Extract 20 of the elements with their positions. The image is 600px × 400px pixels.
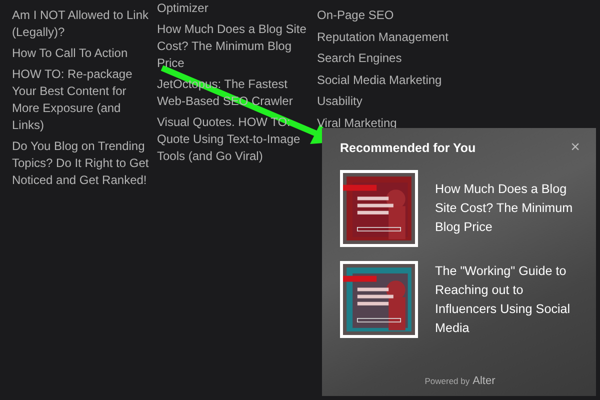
article-link[interactable]: Usability xyxy=(317,93,487,110)
article-link[interactable]: How Much Does a Blog Site Cost? The Minimum Blog Price xyxy=(157,21,307,72)
close-button[interactable]: × xyxy=(566,140,580,156)
article-link[interactable]: Search Engines xyxy=(317,50,487,67)
article-link[interactable]: Am I NOT Allowed to Link (Legally)? xyxy=(12,7,150,41)
article-link[interactable]: Reputation Management xyxy=(317,28,487,46)
article-link[interactable]: Optimizer xyxy=(157,0,307,17)
article-link[interactable]: HOW TO: Re-package Your Best Content for More Exposure (and Links) xyxy=(12,66,150,134)
article-link[interactable]: How To Call To Action xyxy=(12,45,150,62)
recommended-article-link[interactable]: How Much Does a Blog Site Cost? The Minimum Blog Price xyxy=(435,180,575,237)
thumbnail-frame[interactable] xyxy=(340,261,418,338)
powered-by-label: Powered by xyxy=(424,376,470,386)
thumbnail-frame[interactable] xyxy=(340,170,418,247)
recommended-article-link[interactable]: The "Working" Guide to Reaching out to Influencers Using Social Media xyxy=(435,262,575,338)
article-link[interactable]: Do You Blog on Trending Topics? Do It Right to Get Noticed and Get Ranked! xyxy=(12,138,150,189)
popup-title: Recommended for You xyxy=(340,141,476,155)
article-link[interactable]: On-Page SEO xyxy=(317,7,487,24)
brand-logo[interactable]: Alter xyxy=(472,375,496,387)
article-link[interactable]: Viral Marketing xyxy=(317,114,487,132)
article-link[interactable]: Social Media Marketing xyxy=(317,72,487,88)
